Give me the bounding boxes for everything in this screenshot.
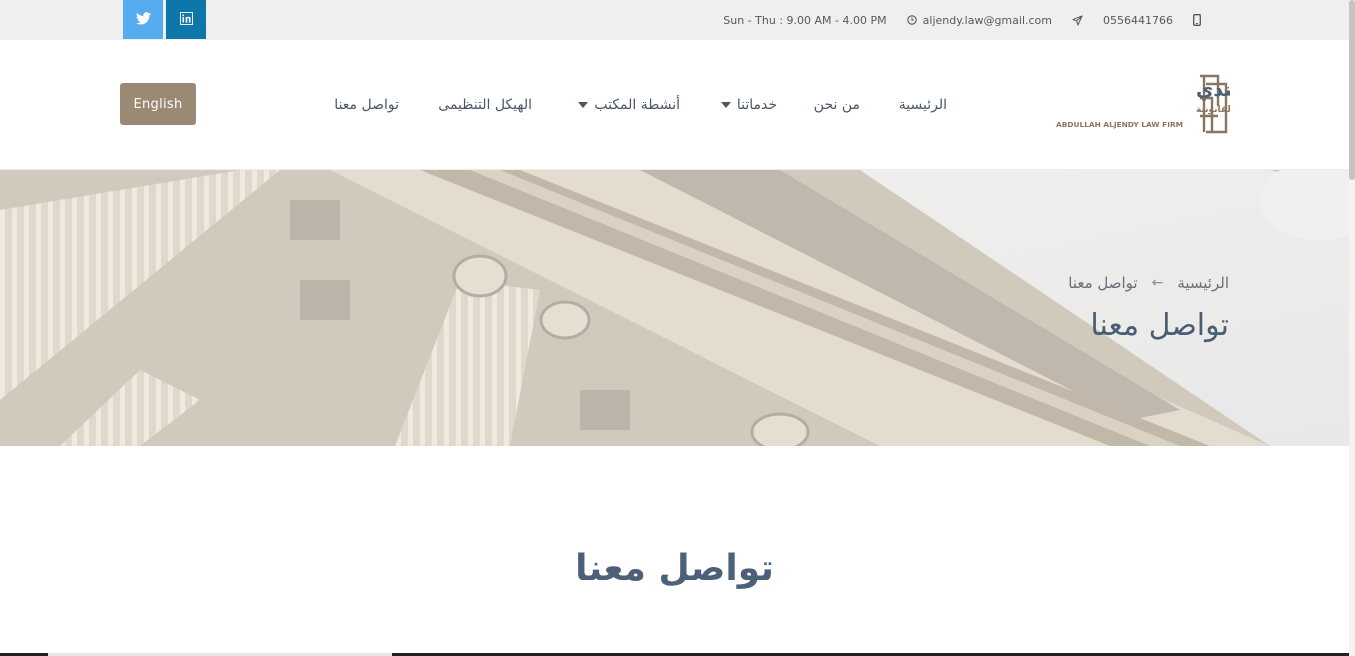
nav-about[interactable]: من نحن xyxy=(814,97,860,113)
page-title: تواصل معنا xyxy=(1090,308,1229,343)
chevron-down-icon xyxy=(578,102,589,108)
working-hours: Sun - Thu : 9.00 AM - 4.00 PM xyxy=(723,13,887,27)
nav-structure-label: الهيكل التنظيمى xyxy=(438,97,532,113)
email-link[interactable]: aljendy.law@gmail.com xyxy=(923,14,1052,27)
svg-text:ABDULLAH ALJENDY LAW FIRM: ABDULLAH ALJENDY LAW FIRM xyxy=(1056,120,1183,129)
page-scrollbar[interactable] xyxy=(1349,0,1355,656)
nav-services[interactable]: خدماتنا xyxy=(720,97,777,113)
linkedin-icon xyxy=(179,10,193,29)
top-bar: Sun - Thu : 9.00 AM - 4.00 PM aljendy.la… xyxy=(0,0,1349,40)
svg-text:عبدالله الجندي: عبدالله الجندي xyxy=(1196,79,1230,102)
firm-logo[interactable]: عبدالله الجندي للمحاماة والاستشارات القا… xyxy=(1054,72,1335,136)
scrollbar-thumb[interactable] xyxy=(1349,0,1355,180)
clock-icon xyxy=(906,15,917,25)
nav-about-label: من نحن xyxy=(813,97,860,113)
nav-home[interactable]: الرئيسية xyxy=(899,97,947,113)
nav-activities[interactable]: أنشطة المكتب xyxy=(578,97,680,113)
mobile-icon xyxy=(1193,14,1201,26)
linkedin-link[interactable] xyxy=(166,0,206,39)
contact-info: Sun - Thu : 9.00 AM - 4.00 PM aljendy.la… xyxy=(723,0,1201,40)
breadcrumb-current: تواصل معنا xyxy=(1068,274,1138,292)
twitter-link[interactable] xyxy=(123,0,163,39)
nav-structure[interactable]: الهيكل التنظيمى xyxy=(438,97,532,113)
arrow-left-icon: ← xyxy=(1151,275,1164,291)
nav-home-label: الرئيسية xyxy=(898,97,947,113)
paper-plane-icon xyxy=(1072,14,1083,26)
twitter-icon xyxy=(135,10,151,29)
breadcrumb: الرئيسية ← تواصل معنا xyxy=(1068,274,1229,292)
nav-contact[interactable]: تواصل معنا xyxy=(334,97,399,113)
chevron-down-icon xyxy=(720,102,731,108)
nav-contact-label: تواصل معنا xyxy=(334,97,399,113)
phone-number[interactable]: 0556441766 xyxy=(1103,14,1173,27)
nav-services-label: خدماتنا xyxy=(736,97,777,113)
site-header: English الرئيسية من نحن خدماتنا أنشطة ال… xyxy=(0,40,1349,170)
section-heading: تواصل معنا xyxy=(575,548,774,589)
svg-text:للمحاماة والاستشارات القانونية: للمحاماة والاستشارات القانونية xyxy=(1196,105,1230,115)
page-banner: الرئيسية ← تواصل معنا تواصل معنا xyxy=(0,170,1349,446)
nav-activities-label: أنشطة المكتب xyxy=(594,97,680,113)
breadcrumb-home[interactable]: الرئيسية xyxy=(1177,274,1229,292)
